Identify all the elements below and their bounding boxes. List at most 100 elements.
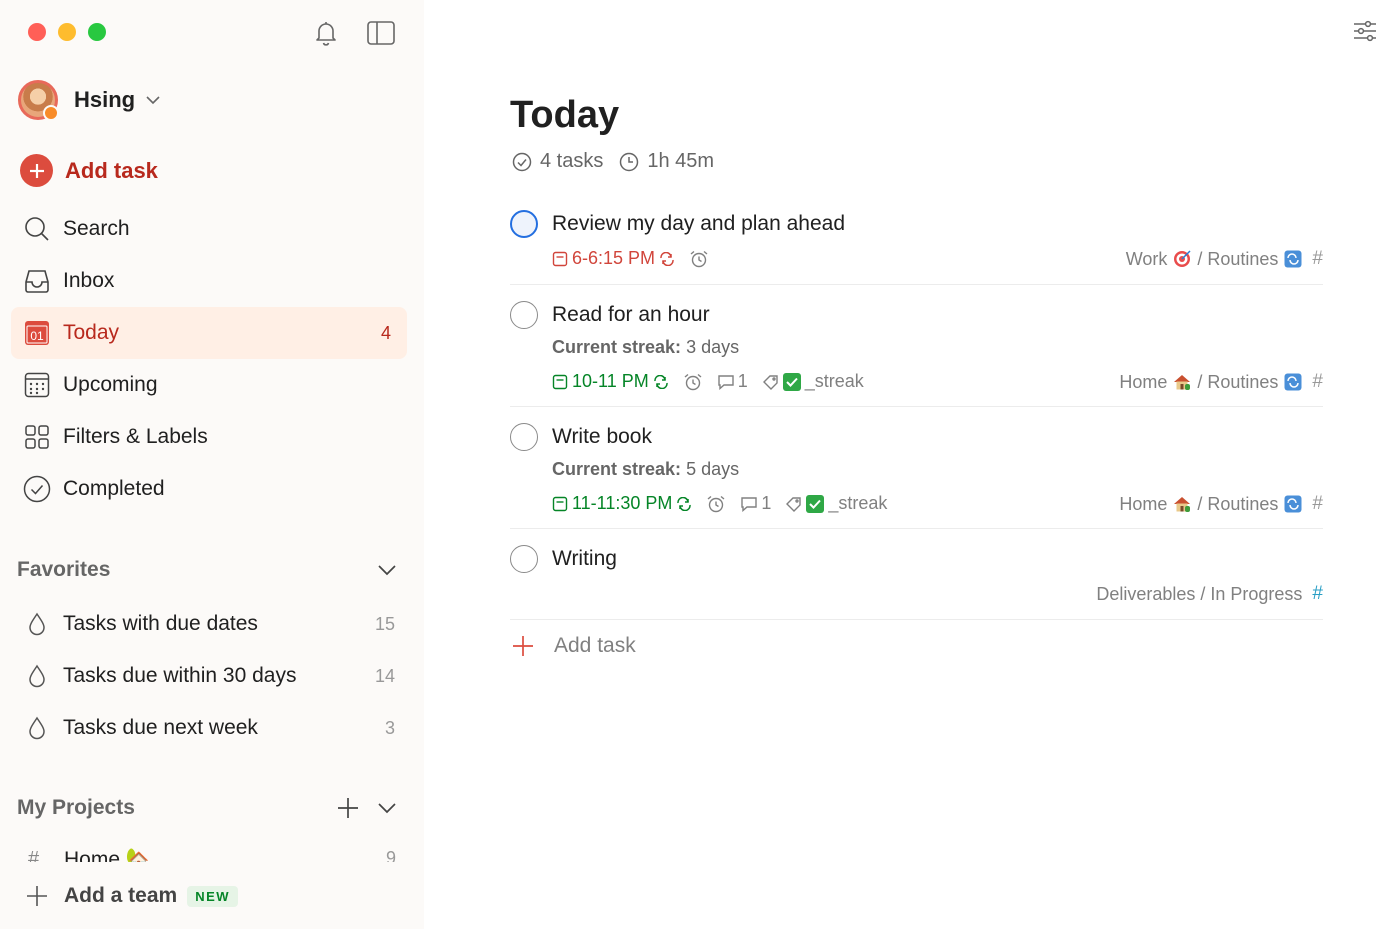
label-tag-icon [786, 496, 802, 512]
total-duration: 1h 45m [647, 150, 715, 172]
sidebar-item-filters-labels[interactable]: Filters & Labels [11, 411, 407, 463]
sidebar-item-inbox[interactable]: Inbox [11, 255, 407, 307]
zoom-window-button[interactable] [88, 23, 106, 41]
favorite-count: 14 [374, 665, 395, 686]
task-project[interactable]: Deliverables / In Progress # [1096, 583, 1323, 605]
filter-drop-icon [29, 664, 45, 688]
add-team-button[interactable]: Add a team NEW [26, 884, 239, 908]
task-project[interactable]: Work / Routines # [1126, 248, 1323, 270]
hash-icon: # [28, 848, 40, 862]
repeat-icon [1284, 250, 1302, 268]
task-project[interactable]: Home / Routines # [1119, 493, 1323, 515]
hash-icon: # [1312, 371, 1323, 392]
task-project[interactable]: Home / Routines # [1119, 371, 1323, 393]
projects-title: My Projects [17, 796, 135, 819]
sidebar-item-label: Today [63, 321, 120, 344]
window-controls [28, 23, 106, 41]
recurring-icon [660, 251, 674, 266]
comments-count[interactable]: 1 [740, 493, 771, 514]
project-name: Home [1119, 493, 1168, 514]
minimize-window-button[interactable] [58, 23, 76, 41]
sidebar-item-label: Upcoming [63, 373, 158, 396]
alarm-icon[interactable] [689, 250, 709, 268]
comments-count[interactable]: 1 [717, 371, 748, 392]
task-checkbox[interactable] [510, 301, 538, 329]
sidebar-item-today[interactable]: 01 Today 4 [11, 307, 407, 359]
due-date[interactable]: 10-11 PM [552, 371, 669, 392]
favorites-header[interactable]: Favorites [17, 558, 397, 582]
add-team-label: Add a team [64, 884, 178, 907]
toggle-sidebar-button[interactable] [366, 18, 396, 48]
avatar [18, 80, 59, 121]
favorite-item[interactable]: Tasks due next week 3 [11, 702, 407, 754]
chevron-down-icon[interactable] [377, 802, 397, 814]
favorite-item[interactable]: Tasks due within 30 days 14 [11, 650, 407, 702]
comment-icon [741, 496, 758, 512]
project-name: Deliverables / In Progress [1096, 583, 1303, 604]
svg-text:01: 01 [30, 329, 44, 343]
alarm-icon[interactable] [706, 495, 726, 513]
plus-icon[interactable] [337, 797, 359, 819]
task-meta: 6-6:15 PM [552, 248, 709, 269]
due-date[interactable]: 6-6:15 PM [552, 248, 675, 269]
sidebar-item-label: Filters & Labels [63, 425, 208, 448]
view-options-button[interactable] [1352, 18, 1378, 49]
favorite-count: 3 [384, 717, 395, 738]
task-label[interactable]: _streak [762, 371, 864, 392]
task-checkbox[interactable] [510, 423, 538, 451]
task-name: Write book [552, 425, 652, 448]
notifications-button[interactable] [311, 18, 341, 48]
project-name: Work [1125, 248, 1168, 269]
check-mark-icon [782, 372, 801, 391]
task-description: Current streak: 5 days [552, 459, 740, 479]
clock-icon [620, 152, 639, 171]
task-item[interactable]: Review my day and plan ahead 6-6:15 PM W… [510, 210, 1323, 285]
alarm-icon[interactable] [683, 373, 703, 391]
project-name: Home [1119, 371, 1168, 392]
favorite-count: 15 [374, 613, 395, 634]
section-name: / Routines [1197, 248, 1279, 269]
due-date[interactable]: 11-11:30 PM [552, 493, 692, 514]
favorites-list: Tasks with due dates 15 Tasks due within… [11, 598, 407, 754]
task-item[interactable]: Writing Deliverables / In Progress # [510, 545, 1323, 620]
check-circle-icon [512, 152, 532, 171]
repeat-icon [1284, 373, 1302, 391]
main-content: Today 4 tasks 1h 45m Review my day and p… [424, 0, 1400, 929]
project-item-home[interactable]: # Home 🏡 9 [28, 848, 396, 862]
today-count: 4 [380, 322, 391, 343]
favorite-label: Tasks due within 30 days [63, 664, 297, 687]
project-label: Home 🏡 [64, 848, 152, 862]
chevron-down-icon[interactable] [377, 564, 397, 576]
search-icon [25, 217, 49, 241]
check-circle-icon [23, 475, 51, 503]
hash-icon: # [1312, 583, 1323, 604]
due-date-text: 11-11:30 PM [572, 493, 673, 513]
sidebar-add-task-button[interactable]: Add task [20, 154, 158, 187]
projects-header[interactable]: My Projects [17, 796, 397, 820]
close-window-button[interactable] [28, 23, 46, 41]
task-description: Current streak: 3 days [552, 337, 740, 357]
sidebar-item-completed[interactable]: Completed [11, 463, 407, 515]
target-icon [1173, 250, 1191, 268]
add-task-label: Add task [65, 157, 158, 183]
recurring-icon [677, 496, 692, 511]
add-task-button[interactable]: Add task [512, 634, 636, 658]
user-menu[interactable]: Hsing [18, 80, 161, 121]
favorite-label: Tasks with due dates [63, 612, 258, 635]
favorite-item[interactable]: Tasks with due dates 15 [11, 598, 407, 650]
plus-icon [27, 886, 47, 906]
task-checkbox[interactable] [510, 545, 538, 573]
user-name: Hsing [74, 87, 136, 112]
sidebar-item-upcoming[interactable]: Upcoming [11, 359, 407, 411]
task-item[interactable]: Write book Current streak: 5 days 11-11:… [510, 423, 1323, 529]
calendar-icon [552, 496, 568, 511]
new-badge: NEW [187, 885, 239, 907]
sidebar-item-label: Inbox [63, 269, 115, 292]
task-label[interactable]: _streak [785, 493, 887, 514]
calendar-grid-icon [24, 372, 50, 398]
task-item[interactable]: Read for an hour Current streak: 3 days … [510, 301, 1323, 407]
recurring-icon [653, 374, 668, 389]
section-name: / Routines [1197, 371, 1279, 392]
sidebar-item-search[interactable]: Search [11, 203, 407, 255]
task-checkbox[interactable] [510, 210, 538, 238]
